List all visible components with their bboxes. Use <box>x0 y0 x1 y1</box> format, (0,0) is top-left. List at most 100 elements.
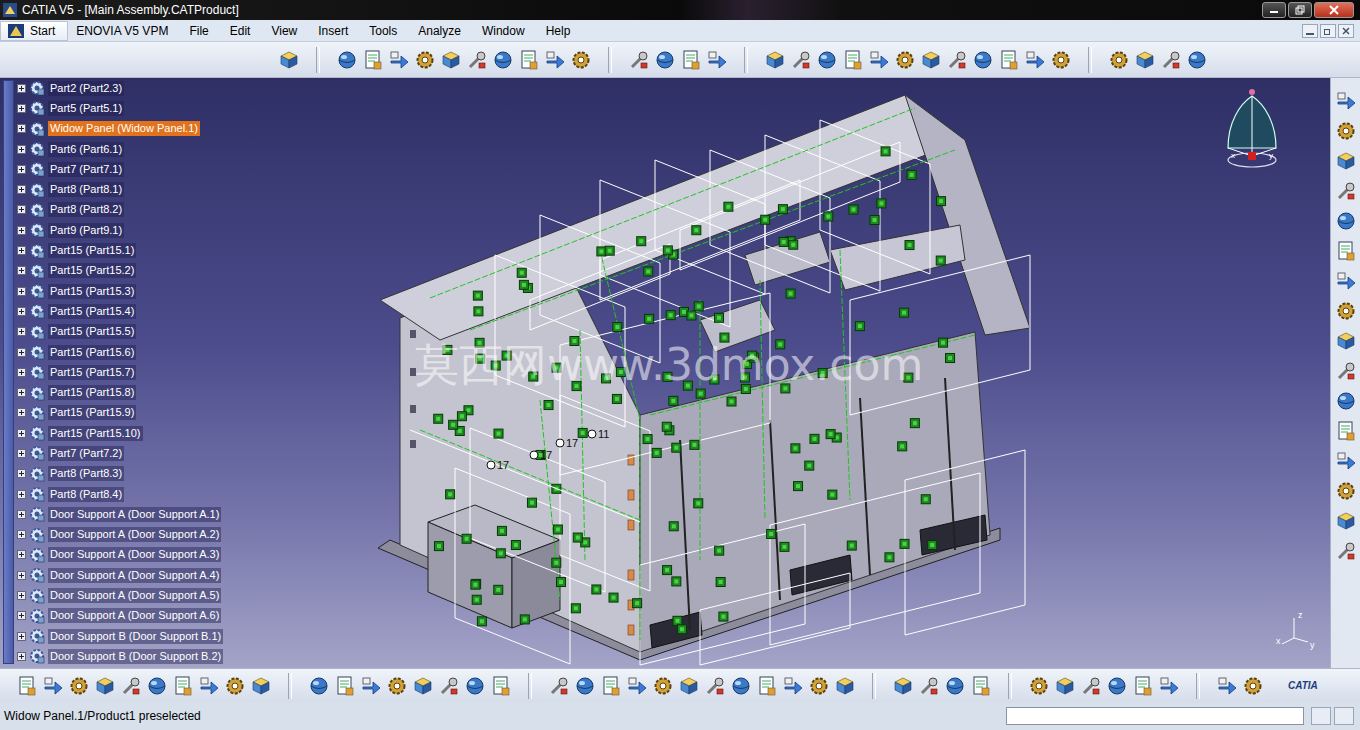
tree-item[interactable]: Part8 (Part8.1) <box>17 179 240 199</box>
gear-icon[interactable] <box>386 675 408 697</box>
tree-item[interactable]: Part15 (Part15.7) <box>17 362 240 382</box>
expander-icon[interactable] <box>17 348 26 357</box>
expander-icon[interactable] <box>17 530 26 539</box>
constraint-marker[interactable] <box>855 322 864 331</box>
reference-plane[interactable] <box>640 524 805 665</box>
gear-icon[interactable] <box>1335 300 1357 322</box>
tool-icon[interactable] <box>628 49 650 71</box>
tree-item[interactable]: Part7 (Part7.1) <box>17 159 240 179</box>
constraint-marker[interactable] <box>556 578 565 587</box>
constraint-marker[interactable] <box>724 202 733 211</box>
tool-icon[interactable] <box>120 675 142 697</box>
tree-item[interactable]: Widow Panel (Widow Panel.1) <box>17 119 240 139</box>
constraint-marker[interactable] <box>605 246 614 255</box>
constraint-marker[interactable] <box>910 419 919 428</box>
sheet-icon[interactable] <box>16 675 38 697</box>
cube-icon[interactable] <box>1335 510 1357 532</box>
gear-icon[interactable] <box>1335 120 1357 142</box>
cube-icon[interactable] <box>920 49 942 71</box>
tree-item[interactable]: Part15 (Part15.5) <box>17 322 240 342</box>
tree-item[interactable]: Part8 (Part8.3) <box>17 464 240 484</box>
command-field[interactable] <box>1006 707 1304 725</box>
sphere-icon[interactable] <box>1335 390 1357 412</box>
expander-icon[interactable] <box>17 388 26 397</box>
constraint-marker[interactable] <box>881 147 890 156</box>
arrow-icon[interactable] <box>42 675 64 697</box>
reference-plane[interactable] <box>470 428 605 592</box>
constraint-marker[interactable] <box>633 599 642 608</box>
tool-icon[interactable] <box>1335 540 1357 562</box>
sheet-icon[interactable] <box>1335 240 1357 262</box>
arrow-icon[interactable] <box>868 49 890 71</box>
sphere-icon[interactable] <box>972 49 994 71</box>
cube-icon[interactable] <box>412 675 434 697</box>
arrow-icon[interactable] <box>1216 675 1238 697</box>
constraint-marker[interactable] <box>928 541 937 550</box>
tool-icon[interactable] <box>1080 675 1102 697</box>
mdi-minimize-button[interactable] <box>1302 24 1318 38</box>
constraint-marker[interactable] <box>472 579 481 588</box>
tree-item[interactable]: Door Support A (Door Support A.5) <box>17 585 240 605</box>
expander-icon[interactable] <box>17 246 26 255</box>
menu-item[interactable]: Analyze <box>410 21 474 41</box>
reference-plane[interactable] <box>905 450 1025 635</box>
constraint-marker[interactable] <box>663 566 672 575</box>
sphere-icon[interactable] <box>1335 210 1357 232</box>
tree-item[interactable]: Part15 (Part15.6) <box>17 342 240 362</box>
tree-item[interactable]: Part15 (Part15.10) <box>17 423 240 443</box>
constraint-marker[interactable] <box>687 311 696 320</box>
arrow-icon[interactable] <box>1335 270 1357 292</box>
sphere-icon[interactable] <box>492 49 514 71</box>
expander-icon[interactable] <box>17 408 26 417</box>
constraint-marker[interactable] <box>786 289 795 298</box>
arrow-icon[interactable] <box>198 675 220 697</box>
3d-model-view[interactable]: 17171711莫西网www.3dmox.com <box>240 78 1330 668</box>
constraint-marker[interactable] <box>716 577 725 586</box>
arrow-icon[interactable] <box>626 675 648 697</box>
tree-item[interactable]: Part2 (Part2.3) <box>17 78 240 98</box>
tree-item[interactable]: Part9 (Part9.1) <box>17 220 240 240</box>
constraint-marker[interactable] <box>715 546 724 555</box>
constraint-marker[interactable] <box>849 205 858 214</box>
tool-icon[interactable] <box>946 49 968 71</box>
sheet-icon[interactable] <box>842 49 864 71</box>
cube-icon[interactable] <box>94 675 116 697</box>
tool-icon[interactable] <box>918 675 940 697</box>
close-button[interactable] <box>1314 2 1354 18</box>
expander-icon[interactable] <box>17 205 26 214</box>
constraint-marker[interactable] <box>497 526 506 535</box>
expander-icon[interactable] <box>17 124 26 133</box>
reference-plane[interactable] <box>600 180 800 300</box>
constraint-marker[interactable] <box>520 615 529 624</box>
restore-button[interactable] <box>1288 2 1312 18</box>
constraint-marker[interactable] <box>597 247 606 256</box>
constraint-marker[interactable] <box>553 525 562 534</box>
constraint-marker[interactable] <box>666 311 675 320</box>
sphere-icon[interactable] <box>816 49 838 71</box>
constraint-marker[interactable] <box>496 549 505 558</box>
gear-icon[interactable] <box>808 675 830 697</box>
viewport[interactable]: 17171711莫西网www.3dmox.comxyzxy <box>240 78 1330 668</box>
tree-item[interactable]: Door Support A (Door Support A.4) <box>17 565 240 585</box>
cube-icon[interactable] <box>764 49 786 71</box>
constraint-marker[interactable] <box>612 394 621 403</box>
cube-icon[interactable] <box>1134 49 1156 71</box>
constraint-marker[interactable] <box>571 604 580 613</box>
reference-plane[interactable] <box>700 573 850 665</box>
constraint-marker[interactable] <box>767 529 776 538</box>
constraint-marker[interactable] <box>643 435 652 444</box>
constraint-marker[interactable] <box>939 338 948 347</box>
constraint-marker[interactable] <box>446 490 455 499</box>
tree-item[interactable]: Door Support A (Door Support A.6) <box>17 606 240 626</box>
menu-item[interactable]: Insert <box>310 21 361 41</box>
tree-item[interactable]: Part15 (Part15.3) <box>17 281 240 301</box>
constraint-marker[interactable] <box>652 448 661 457</box>
constraint-marker[interactable] <box>494 429 503 438</box>
constraint-marker[interactable] <box>779 237 788 246</box>
tool-icon[interactable] <box>438 675 460 697</box>
cube-icon[interactable] <box>1335 150 1357 172</box>
constraint-marker[interactable] <box>519 280 528 289</box>
expander-icon[interactable] <box>17 307 26 316</box>
constraint-marker[interactable] <box>900 308 909 317</box>
constraint-marker[interactable] <box>578 428 587 437</box>
